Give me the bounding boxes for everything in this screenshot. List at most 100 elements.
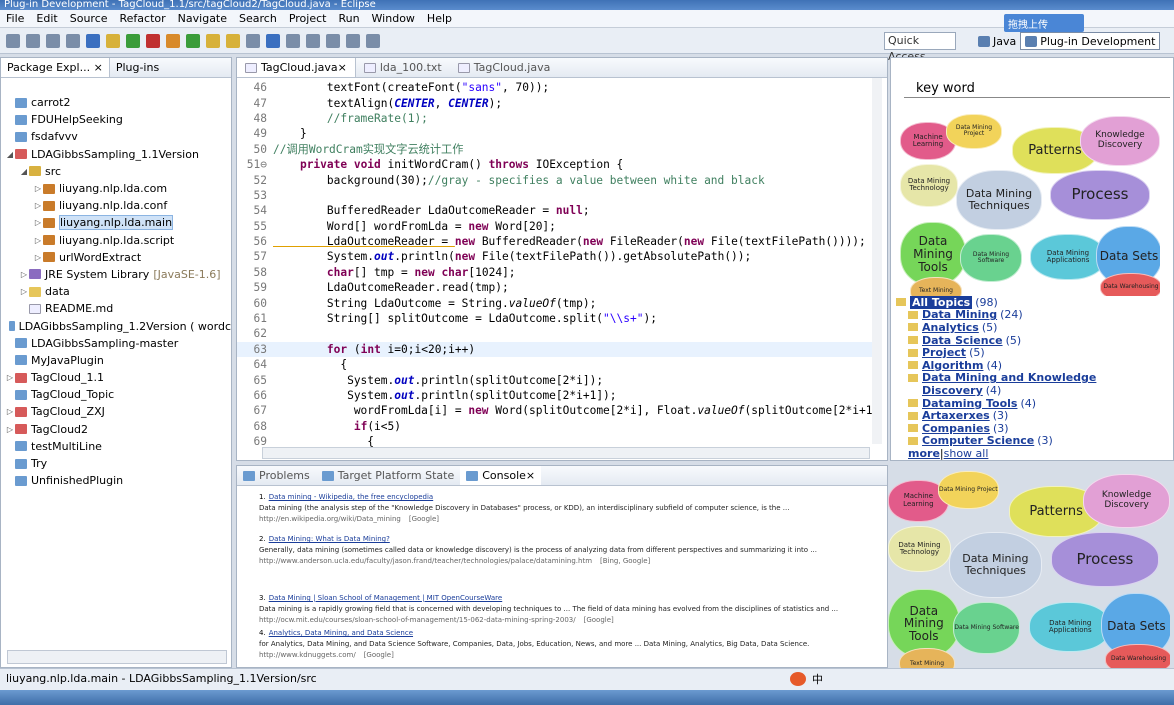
tag-cloud-word[interactable]: Data Mining Applications (1030, 233, 1106, 281)
tag-cloud-word[interactable]: Data Mining Applications (1029, 601, 1112, 653)
menu-search[interactable]: Search (239, 12, 277, 25)
topic-item[interactable]: Artaxerxes (3) (892, 409, 1174, 422)
topic-item[interactable]: Project (5) (892, 346, 1174, 359)
tag-cloud-word[interactable]: Data Mining Project (937, 471, 999, 510)
tag-cloud-word[interactable]: Data Mining Technology (900, 164, 958, 207)
ime-mode[interactable]: 中 (812, 671, 823, 687)
topic-item[interactable]: Companies (3) (892, 422, 1174, 435)
open-resource-icon[interactable] (226, 33, 240, 48)
tag-cloud-word[interactable]: Data Warehousing (1104, 643, 1170, 669)
topic-link[interactable]: Computer Science (922, 434, 1034, 447)
tree-item[interactable]: LDAGibbsSampling-master (1, 335, 231, 352)
tree-item[interactable]: LDAGibbsSampling_1.2Version ( wordc (1, 317, 231, 334)
toggle-icon[interactable] (86, 33, 100, 48)
topic-item[interactable]: Algorithm (4) (892, 359, 1174, 372)
open-type-icon[interactable] (206, 33, 220, 48)
menu-window[interactable]: Window (372, 12, 415, 25)
topic-item[interactable]: Analytics (5) (892, 321, 1174, 334)
tag-cloud-word[interactable]: Data Mining Software (953, 601, 1021, 655)
tree-item[interactable]: testMultiLine (1, 438, 231, 455)
sogou-icon[interactable] (790, 672, 806, 686)
perspective-java[interactable]: Java (974, 32, 1020, 50)
tab-plugins[interactable]: Plug-ins (110, 58, 165, 77)
tree-item[interactable]: ◢ src (1, 163, 231, 180)
tag-cloud-word[interactable]: Process (1050, 169, 1150, 221)
tree-item[interactable]: ▷ TagCloud2 (1, 421, 231, 438)
annotation-icon[interactable] (266, 33, 280, 48)
tree-item[interactable]: UnfinishedPlugin (1, 472, 231, 489)
tree-item[interactable]: Try (1, 455, 231, 472)
menu-project[interactable]: Project (289, 12, 327, 25)
back-icon[interactable] (346, 33, 360, 48)
editor-horizontal-scrollbar[interactable] (262, 447, 870, 459)
editor-vertical-scrollbar[interactable] (872, 78, 882, 444)
result-url[interactable]: http://en.wikipedia.org/wiki/Data_mining (259, 515, 401, 523)
quick-access-input[interactable]: Quick Access (884, 32, 956, 63)
run-icon[interactable] (126, 33, 140, 48)
menu-help[interactable]: Help (427, 12, 452, 25)
tree-item[interactable]: README.md (1, 300, 231, 317)
tag-cloud-word[interactable]: Knowledge Discovery (1080, 115, 1160, 167)
tree-item[interactable]: carrot2 (1, 94, 231, 111)
menu-navigate[interactable]: Navigate (178, 12, 227, 25)
tree-item[interactable]: ▷ JRE System Library [JavaSE-1.6] (1, 266, 231, 283)
close-tab-icon[interactable]: × (526, 469, 535, 482)
result-url[interactable]: http://www.anderson.ucla.edu/faculty/jas… (259, 557, 592, 565)
tree-item[interactable]: ▷ TagCloud_ZXJ (1, 403, 231, 420)
tree-expander-icon[interactable]: ▷ (33, 184, 43, 193)
print-icon[interactable] (66, 33, 80, 48)
result-url[interactable]: http://www.kdnuggets.com/ (259, 651, 356, 659)
tab-package-explorer[interactable]: Package Expl... × (1, 58, 110, 77)
more-link[interactable]: more (908, 447, 940, 460)
tree-expander-icon[interactable]: ◢ (19, 167, 29, 176)
tree-item[interactable]: ▷ liuyang.nlp.lda.main (1, 214, 231, 231)
new-icon[interactable] (6, 33, 20, 48)
save-all-icon[interactable] (46, 33, 60, 48)
topic-item[interactable]: Data Mining (24) (892, 308, 1174, 321)
tag-cloud-word[interactable]: Text Mining (898, 647, 956, 669)
result-title-link[interactable]: Data mining - Wikipedia, the free encycl… (269, 493, 434, 501)
tag-cloud-word[interactable]: Data Mining Project (946, 113, 1002, 149)
result-title-link[interactable]: Analytics, Data Mining, and Data Science (269, 629, 413, 637)
tree-item[interactable]: ▷ data (1, 283, 231, 300)
new-class-icon[interactable] (186, 33, 200, 48)
show-all-link[interactable]: show all (944, 447, 989, 460)
tag-cloud-word[interactable]: Data Mining Techniques (948, 532, 1042, 598)
topic-item[interactable]: Discovery (4) (892, 384, 1174, 397)
topic-item[interactable]: Computer Science (3) (892, 434, 1174, 447)
save-icon[interactable] (26, 33, 40, 48)
new-package-icon[interactable] (166, 33, 180, 48)
whitespace-icon[interactable] (306, 33, 320, 48)
menu-file[interactable]: File (6, 12, 24, 25)
tree-expander-icon[interactable]: ▷ (5, 373, 15, 382)
tree-expander-icon[interactable]: ▷ (33, 218, 43, 227)
topic-link[interactable]: Data Mining (922, 308, 997, 321)
block-select-icon[interactable] (286, 33, 300, 48)
tree-expander-icon[interactable]: ▷ (19, 287, 29, 296)
result-title-link[interactable]: Data Mining | Sloan School of Management… (269, 594, 503, 602)
tree-expander-icon[interactable]: ◢ (5, 150, 15, 159)
tag-cloud-word[interactable]: Data Mining Techniques (956, 169, 1042, 231)
topic-link[interactable]: Data Mining and Knowledge (922, 371, 1096, 384)
menu-source[interactable]: Source (70, 12, 108, 25)
topic-link[interactable]: Project (922, 346, 966, 359)
menu-run[interactable]: Run (338, 12, 359, 25)
console-tab[interactable]: Problems (237, 466, 316, 485)
tree-item[interactable]: ◢ LDAGibbsSampling_1.1Version (1, 146, 231, 163)
next-annotation-icon[interactable] (326, 33, 340, 48)
editor-tab[interactable]: TagCloud.java (450, 58, 559, 77)
perspective-plugin-development[interactable]: Plug-in Development (1020, 32, 1161, 50)
close-tab-icon[interactable]: × (338, 61, 347, 74)
topic-link[interactable]: Algorithm (922, 359, 983, 372)
tag-cloud-word[interactable]: Text Mining (910, 276, 962, 296)
tree-expander-icon[interactable]: ▷ (5, 407, 15, 416)
tree-item[interactable]: ▷ liuyang.nlp.lda.script (1, 232, 231, 249)
topic-item[interactable]: Dataming Tools (4) (892, 397, 1174, 410)
result-title-link[interactable]: Data Mining: What is Data Mining? (269, 535, 390, 543)
tree-item[interactable]: FDUHelpSeeking (1, 111, 231, 128)
tree-item[interactable]: ▷ liuyang.nlp.lda.com (1, 180, 231, 197)
tag-cloud-word[interactable]: Data Mining Software (960, 233, 1022, 283)
tree-expander-icon[interactable]: ▷ (33, 201, 43, 210)
tree-item[interactable]: fsdafvvv (1, 128, 231, 145)
tag-cloud-word[interactable]: Data Mining Technology (888, 526, 951, 573)
